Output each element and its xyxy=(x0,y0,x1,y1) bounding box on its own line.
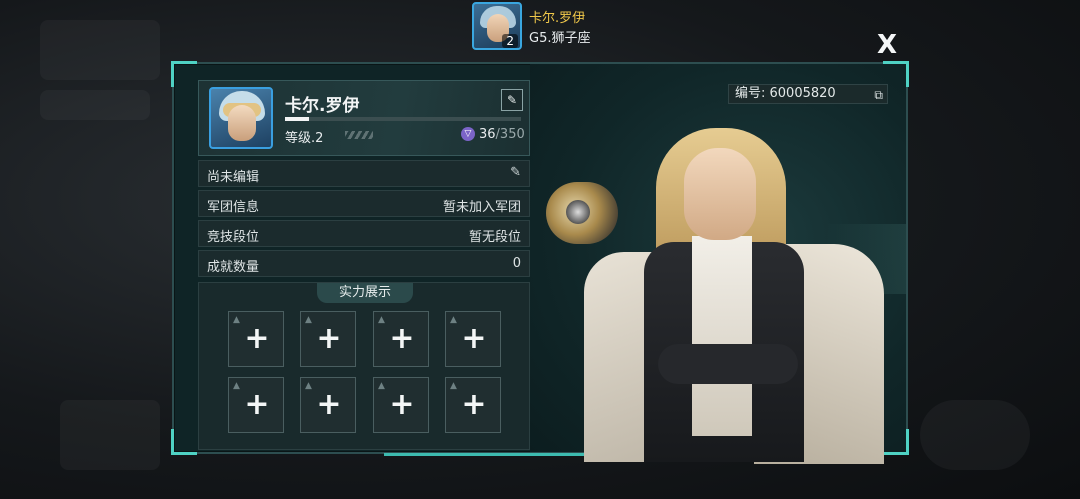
exp-counter: 36/350 xyxy=(479,127,525,142)
profile-panel: 卡尔.罗伊 ✎ 等级.2 ▽ 36/350 尚未编辑 ✎ 军团信息 暂未加入军团… xyxy=(171,61,909,464)
character-arms xyxy=(658,344,798,384)
plus-icon: + xyxy=(461,321,487,356)
plus-icon: + xyxy=(244,321,270,356)
profile-header-card: 卡尔.罗伊 ✎ 等级.2 ▽ 36/350 xyxy=(198,80,530,156)
pencil-icon[interactable]: ✎ xyxy=(510,165,521,180)
close-icon[interactable]: X xyxy=(872,30,902,60)
rank-row: 竞技段位 暂无段位 xyxy=(198,220,530,247)
showcase-slot[interactable]: ▲ + xyxy=(373,377,429,433)
avatar-face xyxy=(228,105,256,141)
player-name: 卡尔.罗伊 xyxy=(285,96,360,116)
character-shirt xyxy=(692,236,752,436)
player-avatar[interactable] xyxy=(209,87,273,149)
showcase-title: 实力展示 xyxy=(317,283,413,303)
showcase-slot[interactable]: ▲ + xyxy=(445,377,501,433)
showcase-slot[interactable]: ▲ + xyxy=(373,311,429,367)
legion-value: 暂未加入军团 xyxy=(442,200,521,215)
background-blurred-ui xyxy=(40,20,160,80)
plus-icon: + xyxy=(316,321,342,356)
player-level: 等级.2 xyxy=(285,131,324,146)
character-portrait xyxy=(584,124,884,464)
plus-icon: + xyxy=(389,387,415,422)
player-id-text: 编号: 60005820 xyxy=(735,86,836,101)
signature-row[interactable]: 尚未编辑 ✎ xyxy=(198,160,530,187)
level-decoration xyxy=(345,131,373,139)
panel-corner xyxy=(171,61,197,87)
signature-label: 尚未编辑 xyxy=(207,170,260,185)
exp-current: 36 xyxy=(479,127,496,142)
background-blurred-ui xyxy=(40,90,150,120)
achievement-row: 成就数量 0 xyxy=(198,250,530,277)
exp-progress-bar xyxy=(285,117,521,121)
edit-name-button[interactable]: ✎ xyxy=(501,89,523,111)
header-player-name: 卡尔.罗伊 xyxy=(529,11,586,26)
showcase-slot[interactable]: ▲ + xyxy=(445,311,501,367)
header-subtitle: G5.狮子座 xyxy=(529,31,591,46)
exp-total: /350 xyxy=(495,127,525,142)
plus-icon: + xyxy=(244,387,270,422)
showcase-slot[interactable]: ▲ + xyxy=(300,311,356,367)
edit-icon: ✎ xyxy=(506,93,518,107)
header-avatar: 2 xyxy=(472,2,522,50)
strength-showcase: 实力展示 ▲ + ▲ + ▲ + ▲ + ▲ + ▲ + ▲ + ▲ + xyxy=(198,282,530,450)
player-id-badge: 编号: 60005820 ⧉ xyxy=(728,84,888,104)
showcase-slot[interactable]: ▲ + xyxy=(228,377,284,433)
showcase-slot[interactable]: ▲ + xyxy=(300,377,356,433)
legion-label: 军团信息 xyxy=(207,200,260,215)
exp-gem-icon: ▽ xyxy=(461,127,475,141)
plus-icon: + xyxy=(461,387,487,422)
plus-icon: + xyxy=(316,387,342,422)
plus-icon: + xyxy=(389,321,415,356)
header-avatar-level: 2 xyxy=(502,34,518,48)
achievement-value: 0 xyxy=(512,256,521,271)
panel-corner xyxy=(171,429,197,455)
rank-value: 暂无段位 xyxy=(468,230,521,245)
background-blurred-ui xyxy=(60,400,160,470)
showcase-slot[interactable]: ▲ + xyxy=(228,311,284,367)
achievement-label: 成就数量 xyxy=(207,260,260,275)
legion-row: 军团信息 暂未加入军团 xyxy=(198,190,530,217)
exp-progress-fill xyxy=(285,117,310,121)
background-blurred-ui xyxy=(920,400,1030,470)
rank-label: 竞技段位 xyxy=(207,230,260,245)
copy-icon[interactable]: ⧉ xyxy=(874,86,883,104)
character-face xyxy=(684,148,756,240)
